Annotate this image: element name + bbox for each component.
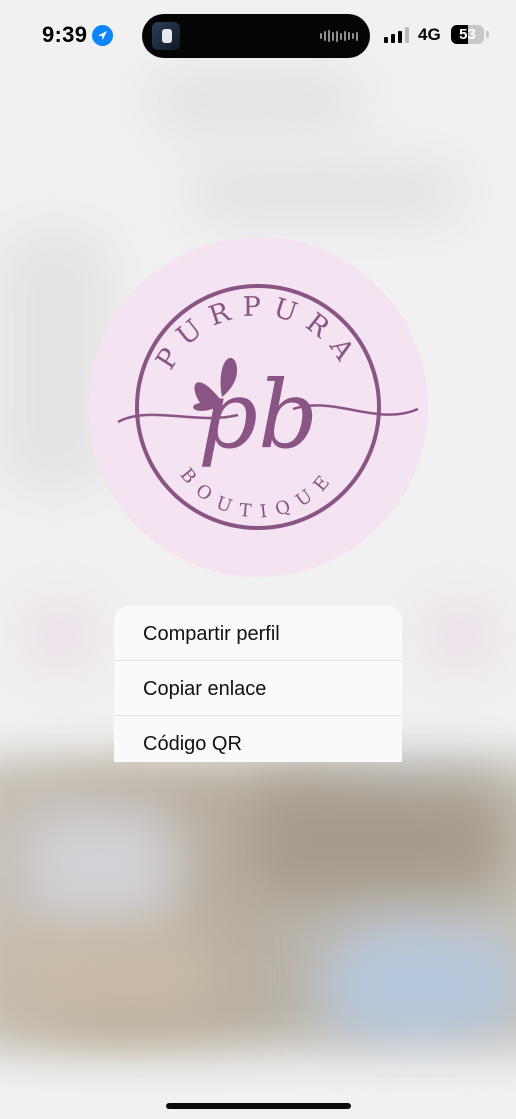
status-bar: 9:39 4G 53: [0, 0, 516, 70]
location-arrow-icon: [92, 25, 113, 46]
network-type: 4G: [418, 25, 441, 44]
purpura-boutique-logo: PURPURA BOUTIQUE pb: [117, 284, 419, 530]
logo-monogram: pb: [198, 361, 318, 470]
home-indicator[interactable]: [166, 1103, 351, 1109]
battery-icon: 53: [451, 25, 484, 44]
share-context-menu: Compartir perfil Copiar enlace Código QR: [114, 606, 402, 762]
audio-waveform-icon: [320, 30, 358, 42]
cellular-signal-icon: [384, 26, 409, 43]
menu-item-label: Compartir perfil: [143, 623, 280, 645]
battery-cap: [486, 31, 489, 38]
profile-avatar[interactable]: PURPURA BOUTIQUE pb: [88, 237, 428, 577]
menu-item-label: Código QR: [143, 733, 242, 755]
now-playing-artwork[interactable]: [152, 22, 180, 50]
battery-level: 53: [459, 26, 476, 43]
dynamic-island[interactable]: [142, 14, 370, 58]
qr-code-menu-item[interactable]: Código QR: [114, 716, 402, 762]
share-profile-menu-item[interactable]: Compartir perfil: [114, 606, 402, 660]
status-time: 9:39: [42, 22, 88, 47]
menu-item-label: Copiar enlace: [143, 678, 267, 700]
copy-link-menu-item[interactable]: Copiar enlace: [114, 661, 402, 715]
